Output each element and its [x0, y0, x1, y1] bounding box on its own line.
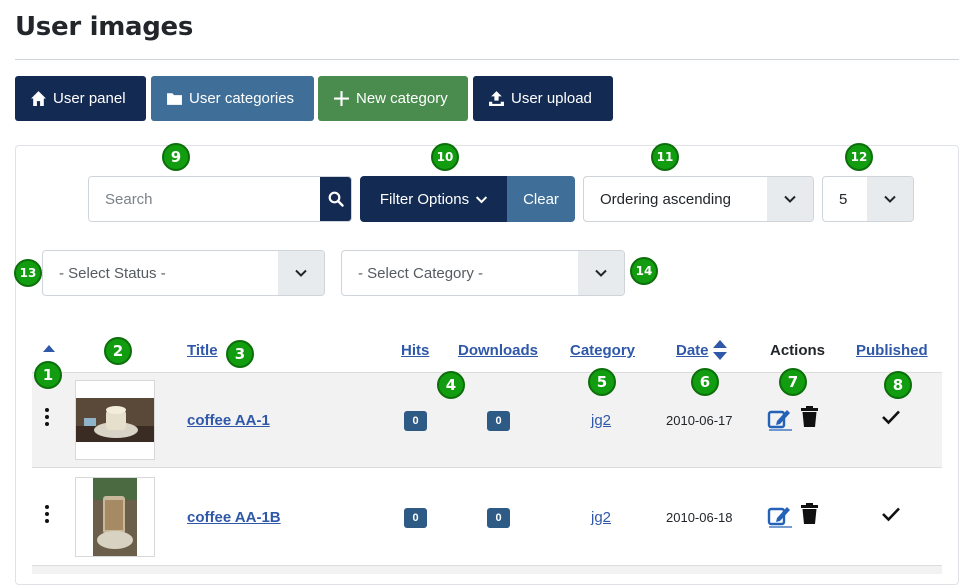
upload-icon	[489, 91, 504, 106]
title-divider	[15, 59, 959, 60]
limit-select[interactable]: 5	[822, 176, 914, 222]
chevron-down-icon	[884, 195, 896, 203]
image-thumbnail[interactable]	[75, 477, 155, 557]
coffee-photo	[76, 398, 154, 442]
home-icon	[31, 91, 46, 106]
status-value: - Select Status -	[59, 264, 166, 282]
image-title[interactable]: coffee AA-1	[187, 412, 270, 429]
category-link[interactable]: jg2	[591, 412, 611, 430]
chevron-down-icon	[595, 269, 607, 277]
category-value: - Select Category -	[358, 264, 484, 282]
marker-3: 3	[226, 340, 254, 368]
user-categories-label: User categories	[189, 90, 295, 107]
downloads-badge: 0	[487, 411, 510, 431]
header-date-link[interactable]: Date	[676, 342, 709, 359]
ordering-select[interactable]: Ordering ascending	[583, 176, 814, 222]
image-title-link[interactable]: coffee AA-1B	[187, 509, 281, 527]
coffee-photo	[93, 478, 137, 556]
filter-options-button[interactable]: Filter Options	[360, 176, 508, 222]
new-category-label: New category	[356, 90, 448, 107]
trash-icon	[801, 503, 818, 524]
marker-5: 5	[588, 368, 616, 396]
chevron-down-icon	[784, 195, 796, 203]
marker-9: 9	[162, 143, 190, 171]
delete-button[interactable]	[800, 503, 819, 525]
kebab-icon[interactable]	[44, 408, 50, 426]
search-icon	[328, 191, 344, 207]
delete-button[interactable]	[800, 406, 819, 428]
search-input[interactable]	[89, 177, 320, 221]
edit-icon	[767, 507, 792, 528]
category-name[interactable]: jg2	[591, 509, 611, 526]
check-icon	[882, 410, 900, 425]
hits-badge: 0	[404, 411, 427, 431]
ordering-value: Ordering ascending	[600, 190, 731, 208]
category-select[interactable]: - Select Category -	[341, 250, 625, 296]
user-upload-label: User upload	[511, 90, 592, 107]
user-categories-button[interactable]: User categories	[151, 76, 314, 121]
downloads-badge: 0	[487, 508, 510, 528]
header-published[interactable]: Published	[856, 342, 928, 359]
header-hits[interactable]: Hits	[401, 342, 429, 359]
marker-14: 14	[630, 257, 658, 285]
header-category[interactable]: Category	[570, 342, 635, 359]
status-select[interactable]: - Select Status -	[42, 250, 325, 296]
sort-icon[interactable]	[712, 339, 728, 361]
search-group	[88, 176, 352, 222]
header-title[interactable]: Title	[187, 342, 218, 359]
kebab-icon[interactable]	[44, 505, 50, 523]
chevron-down-icon	[295, 269, 307, 277]
limit-value: 5	[839, 190, 848, 208]
marker-7: 7	[779, 368, 807, 396]
edit-icon	[767, 410, 792, 431]
marker-13: 13	[14, 259, 42, 287]
marker-6: 6	[691, 368, 719, 396]
user-panel-button[interactable]: User panel	[15, 76, 146, 121]
header-downloads[interactable]: Downloads	[458, 342, 538, 359]
image-title-link[interactable]: coffee AA-1	[187, 412, 270, 430]
category-link[interactable]: jg2	[591, 509, 611, 527]
marker-11: 11	[651, 143, 679, 171]
header-hits-link[interactable]: Hits	[401, 342, 429, 359]
image-date: 2010-06-17	[666, 413, 733, 428]
marker-4: 4	[437, 371, 465, 399]
image-date: 2010-06-18	[666, 510, 733, 525]
plus-icon	[334, 91, 349, 106]
check-icon	[882, 507, 900, 522]
clear-button[interactable]: Clear	[507, 176, 575, 222]
header-published-link[interactable]: Published	[856, 342, 928, 359]
search-button[interactable]	[320, 177, 351, 221]
image-thumbnail[interactable]	[75, 380, 155, 460]
marker-8: 8	[884, 371, 912, 399]
filter-options-label: Filter Options	[379, 190, 470, 208]
new-category-button[interactable]: New category	[318, 76, 468, 121]
caret-up-icon[interactable]	[42, 344, 56, 353]
hits-badge: 0	[404, 508, 427, 528]
header-category-link[interactable]: Category	[570, 342, 635, 359]
user-panel-label: User panel	[53, 90, 126, 107]
published-toggle[interactable]	[881, 409, 901, 425]
page-title: User images	[15, 12, 194, 42]
header-downloads-link[interactable]: Downloads	[458, 342, 538, 359]
header-title-link[interactable]: Title	[187, 342, 218, 359]
table-row	[32, 566, 942, 574]
trash-icon	[801, 406, 818, 427]
chevron-down-icon	[475, 195, 488, 203]
image-title[interactable]: coffee AA-1B	[187, 509, 281, 526]
category-name[interactable]: jg2	[591, 412, 611, 429]
user-upload-button[interactable]: User upload	[473, 76, 613, 121]
folder-icon	[167, 93, 182, 105]
marker-10: 10	[431, 143, 459, 171]
header-actions: Actions	[770, 342, 826, 359]
edit-button[interactable]	[767, 407, 793, 431]
edit-button[interactable]	[767, 504, 793, 528]
published-toggle[interactable]	[881, 506, 901, 522]
marker-1: 1	[34, 361, 62, 389]
marker-2: 2	[104, 337, 132, 365]
header-date[interactable]: Date	[676, 342, 709, 359]
marker-12: 12	[845, 143, 873, 171]
